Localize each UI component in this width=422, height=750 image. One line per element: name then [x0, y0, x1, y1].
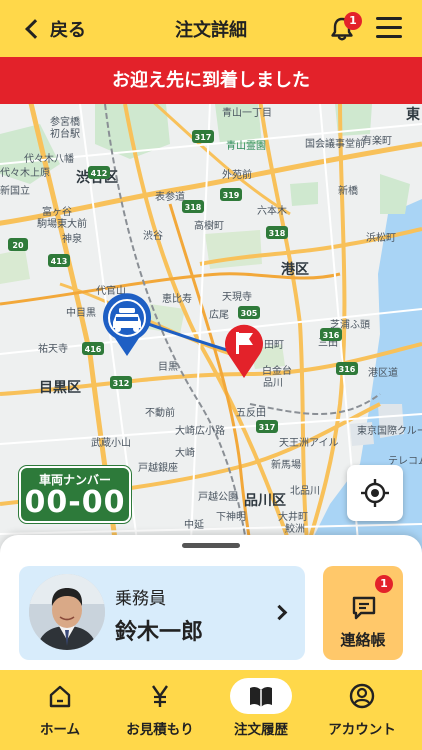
route-shield: 20 413 412 416 312 317 318 319 318 305 3… — [8, 130, 358, 433]
tab-account[interactable]: アカウント — [312, 670, 412, 750]
tab-order-history[interactable]: 注文履歴 — [211, 670, 311, 750]
bottom-sheet: 乗務員 鈴木一郎 1 連絡帳 — [0, 535, 422, 670]
svg-text:20: 20 — [12, 241, 24, 250]
svg-text:412: 412 — [91, 169, 108, 178]
svg-text:319: 319 — [223, 191, 240, 200]
svg-text:318: 318 — [269, 229, 286, 238]
driver-avatar — [29, 574, 105, 650]
bottom-tab-bar: ホーム お見積もり 注文履歴 アカウント — [0, 670, 422, 750]
chevron-right-icon — [271, 604, 288, 621]
tab-home-label: ホーム — [39, 722, 81, 738]
contact-unread-badge: 1 — [375, 575, 393, 593]
driver-info-card[interactable]: 乗務員 鈴木一郎 — [19, 566, 305, 660]
svg-text:413: 413 — [51, 257, 68, 266]
svg-text:318: 318 — [185, 203, 202, 212]
svg-text:316: 316 — [323, 331, 340, 340]
current-location-button[interactable] — [347, 465, 403, 521]
tab-account-label: アカウント — [328, 722, 396, 738]
driver-name: 鈴木一郎 — [115, 620, 204, 645]
message-icon — [352, 596, 376, 620]
vehicle-plate-number: 00-00 — [24, 485, 126, 520]
svg-text:305: 305 — [241, 309, 258, 318]
account-icon — [349, 683, 375, 709]
contact-book-button[interactable]: 1 連絡帳 — [323, 566, 403, 660]
hamburger-menu-icon[interactable] — [376, 17, 402, 39]
app-header: 戻る 注文詳細 1 — [0, 0, 422, 57]
book-icon — [250, 686, 272, 707]
arrival-status-banner: お迎え先に到着しました — [0, 57, 422, 104]
contact-book-label: 連絡帳 — [340, 631, 386, 649]
sheet-drag-handle[interactable] — [182, 543, 240, 548]
svg-text:312: 312 — [113, 379, 130, 388]
svg-text:317: 317 — [259, 423, 276, 432]
notification-badge: 1 — [344, 12, 362, 30]
tab-estimate-label: お見積もり — [126, 722, 194, 738]
driver-role-label: 乗務員 — [115, 589, 166, 609]
svg-text:317: 317 — [195, 133, 212, 142]
tab-estimate[interactable]: お見積もり — [110, 670, 210, 750]
map-view[interactable]: 渋谷区 港区 目黒区 品川区 東 六本木 参宮橋 初台駅 代々木八幡 代々木上原… — [0, 104, 422, 564]
crosshair-icon — [361, 479, 389, 507]
home-icon — [49, 685, 71, 708]
taxi-location-marker[interactable] — [99, 292, 155, 358]
tab-order-history-label: 注文履歴 — [234, 722, 288, 738]
yen-icon — [152, 685, 168, 707]
vehicle-number-plate: 車両ナンバー 00-00 — [19, 466, 131, 523]
svg-text:316: 316 — [339, 365, 356, 374]
pickup-flag-marker[interactable] — [220, 322, 268, 380]
tab-home[interactable]: ホーム — [10, 670, 110, 750]
